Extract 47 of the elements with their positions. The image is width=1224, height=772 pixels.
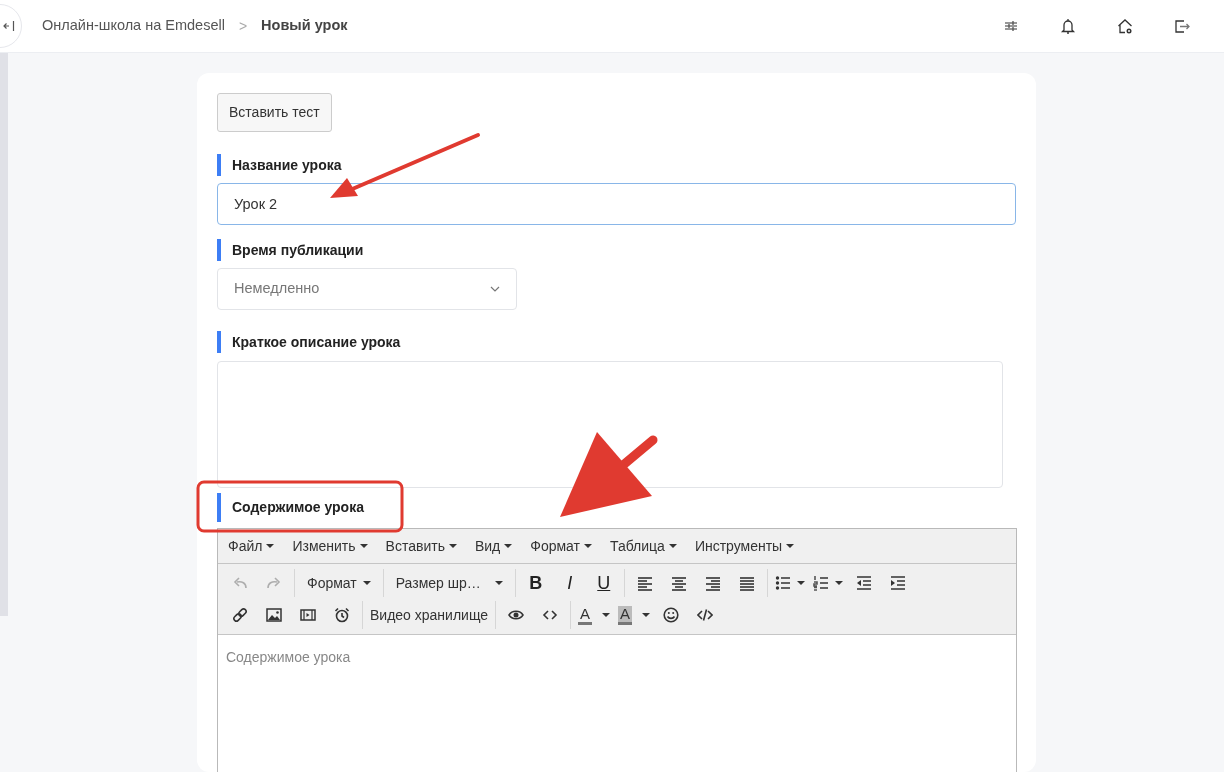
editor-menu-item[interactable]: Вид (468, 531, 519, 561)
notification-bell-icon (1059, 17, 1077, 35)
format-bold-button[interactable]: B (518, 569, 553, 597)
collapse-icon (3, 20, 15, 32)
format-italic-button[interactable]: I (552, 569, 587, 597)
field-label: Время публикации (217, 239, 1016, 261)
editor-menu-item[interactable]: Файл (222, 531, 281, 561)
align-left-icon (636, 575, 653, 591)
alarm-clock-icon (334, 607, 350, 623)
editor-menu-item[interactable]: Таблица (604, 531, 683, 561)
background-color-button[interactable]: A (614, 601, 655, 629)
field-label: Краткое описание урока (217, 331, 1016, 353)
image-icon (266, 607, 282, 623)
breadcrumb-link[interactable]: Онлайн-школа на Emdesell (42, 15, 225, 37)
logout-icon (1173, 17, 1191, 35)
smiley-icon (663, 607, 680, 623)
field-label: Название урока (217, 154, 1016, 176)
insert-test-button[interactable]: Вставить тест (217, 93, 332, 132)
film-icon (300, 607, 316, 623)
editor-menu-item[interactable]: Инструменты (688, 531, 801, 561)
bullet-list-icon (774, 575, 791, 591)
breadcrumb-current: Новый урок (261, 16, 348, 36)
align-center-icon (670, 575, 687, 591)
toolbar-dropdown[interactable]: Размер шр… (386, 569, 512, 597)
source-code-icon (697, 607, 714, 623)
redo-icon (266, 575, 282, 591)
editor-menu-item[interactable]: Вставить (379, 531, 463, 561)
numbered-list-icon (812, 575, 829, 591)
indent-icon (889, 575, 906, 591)
align-right-icon (704, 575, 721, 591)
breadcrumb-separator: > (238, 16, 248, 36)
undo-icon (232, 575, 248, 591)
video-storage-button[interactable]: Видео хранилище (366, 601, 493, 629)
format-underline-button[interactable]: U (586, 569, 621, 597)
chevron-down-icon (490, 286, 500, 292)
lesson-title-input[interactable]: Урок 2 (217, 183, 1016, 225)
toolbar-dropdown[interactable]: Формат (298, 569, 380, 597)
home-gear-icon (1116, 17, 1134, 35)
link-icon (232, 607, 248, 623)
rich-text-editor[interactable]: Файл Изменить Вставить Вид Формат Таблица Инструменты Формат Размер шр… B I U Видео хранилище A A Содержимое урока (217, 528, 1017, 772)
description-textarea[interactable] (217, 361, 1003, 488)
justify-icon (738, 575, 755, 591)
editor-menu-item[interactable]: Изменить (286, 531, 374, 561)
outdent-icon (855, 575, 872, 591)
text-color-button[interactable]: A (574, 601, 615, 629)
publish-time-select[interactable]: Немедленно (217, 268, 517, 310)
editor-menu-item[interactable]: Формат (524, 531, 598, 561)
